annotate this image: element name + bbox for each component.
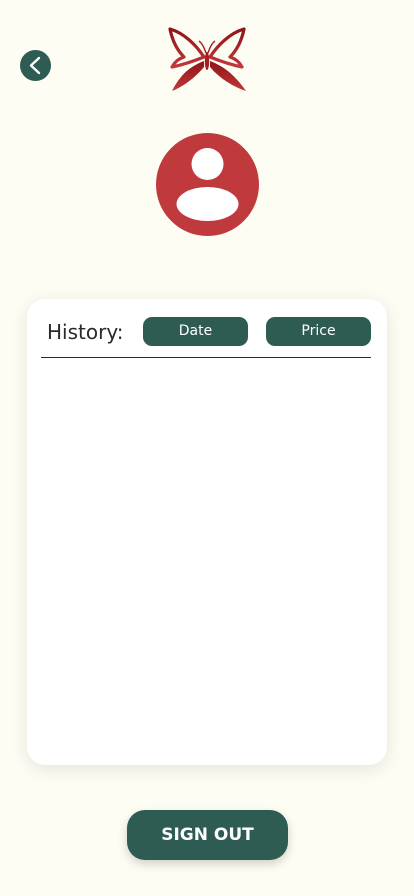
history-card: History: Date Price [27, 299, 387, 765]
sort-by-price-button[interactable]: Price [266, 317, 371, 346]
history-label: History: [47, 320, 124, 344]
back-button[interactable] [20, 50, 51, 81]
sign-out-button[interactable]: SIGN OUT [127, 810, 288, 860]
sort-by-date-button[interactable]: Date [143, 317, 248, 346]
history-divider [41, 357, 371, 358]
user-avatar-icon[interactable] [156, 133, 259, 236]
butterfly-logo-icon [166, 27, 248, 93]
chevron-left-icon [29, 56, 41, 75]
history-list[interactable] [41, 361, 371, 751]
